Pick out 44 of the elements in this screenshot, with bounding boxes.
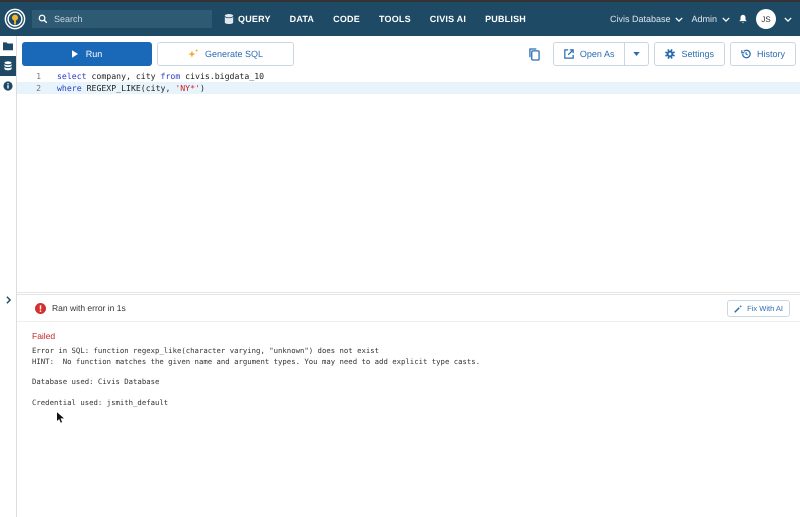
error-icon [35, 302, 46, 314]
chevron-down-icon [722, 16, 730, 22]
settings-button[interactable]: Settings [654, 42, 725, 66]
nav-link[interactable]: CODE [333, 14, 360, 24]
user-avatar[interactable]: JS [756, 9, 776, 29]
open-as-button[interactable]: Open As [552, 42, 626, 66]
database-icon [3, 61, 13, 71]
database-dropdown[interactable]: Civis Database [610, 14, 684, 24]
run-button[interactable]: Run [22, 42, 152, 66]
gear-icon [665, 49, 676, 59]
chevron-down-icon[interactable] [784, 16, 792, 22]
dropdown-button[interactable] [625, 42, 650, 66]
run-status: Ran with error in 1s [52, 303, 126, 313]
search-icon [38, 14, 48, 24]
search-field[interactable]: Search [32, 10, 212, 28]
chevron-down-icon [675, 16, 684, 22]
expand-icon[interactable] [6, 296, 10, 304]
nav-link[interactable]: QUERY [224, 13, 271, 25]
database-icon [224, 13, 234, 25]
info-icon [3, 81, 13, 91]
copy-icon[interactable] [528, 48, 540, 60]
caret-icon [633, 52, 640, 56]
sparkle-icon [188, 48, 199, 60]
magic-wand-icon [734, 304, 744, 312]
nav-link[interactable]: DATA [290, 14, 314, 24]
code-text: select company, city from civis.bigdata_10 [57, 71, 264, 81]
history-button[interactable]: History [730, 42, 796, 66]
code-text: where REGEXP_LIKE(city, 'NY*') [57, 83, 205, 93]
bell-icon[interactable] [738, 14, 748, 24]
nav-link[interactable]: PUBLISH [485, 14, 526, 24]
folder-icon [3, 41, 13, 51]
line-number: 1 [35, 71, 41, 81]
generate-sql-button[interactable]: Generate SQL [157, 42, 294, 66]
line-number: 2 [35, 83, 41, 93]
external-link-icon [564, 49, 574, 59]
logo-icon[interactable] [4, 8, 26, 30]
nav-link[interactable]: CIVIS AI [430, 14, 466, 24]
sidebar-tab[interactable] [0, 56, 16, 76]
nav-link[interactable]: TOOLS [378, 14, 411, 24]
cursor-icon [57, 412, 64, 423]
play-icon [72, 50, 78, 58]
history-icon [740, 49, 751, 59]
role-dropdown[interactable]: Admin [691, 14, 730, 24]
failed-label: Failed [32, 331, 56, 341]
